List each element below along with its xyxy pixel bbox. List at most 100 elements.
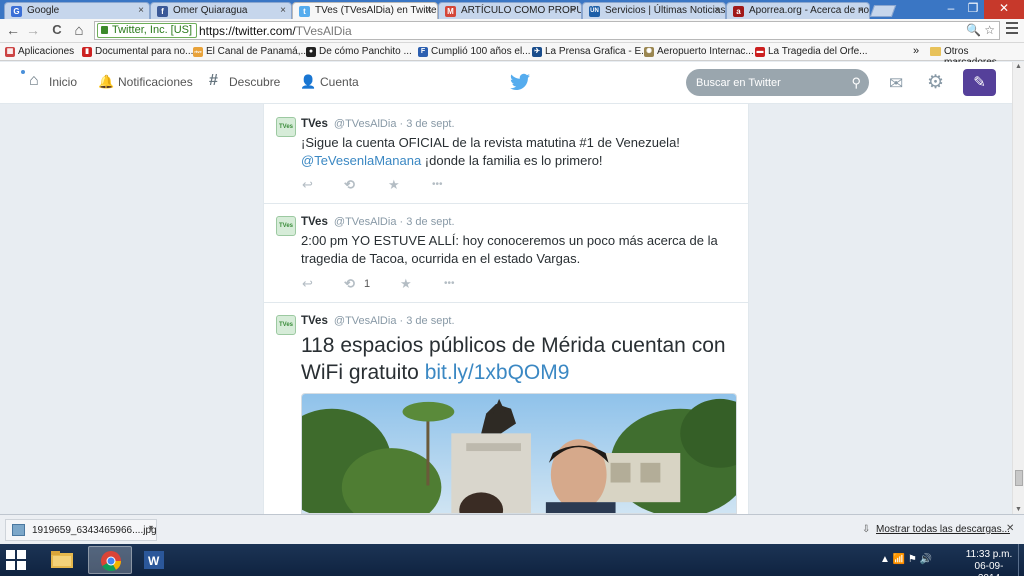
tweet-handle[interactable]: @TVesAlDia: [334, 315, 397, 327]
bookmark-item[interactable]: rtve El Canal de Panamá,...: [193, 46, 309, 57]
tab-ultimas-noticias[interactable]: ÚN Servicios | Últimas Noticias ×: [582, 2, 726, 19]
bookmark-item[interactable]: ▮ Documental para no...: [82, 46, 193, 57]
user-icon: 👤: [300, 74, 317, 89]
tweet-date[interactable]: · 3 de sept.: [400, 216, 455, 228]
bookmark-item[interactable]: ✈ La Prensa Grafica - E...: [532, 46, 650, 57]
download-item[interactable]: 1919659_6343465966....jpg ▾: [5, 519, 157, 541]
nav-discover[interactable]: # Descubre: [209, 72, 280, 89]
more-options-icon[interactable]: •••: [432, 179, 443, 190]
back-button[interactable]: ←: [4, 22, 22, 38]
url-text[interactable]: https://twitter.com/TVesAlDia: [199, 24, 352, 38]
reply-icon[interactable]: ↩: [302, 177, 313, 193]
bookmark-item[interactable]: F Cumplió 100 años el...: [418, 46, 531, 57]
windows-taskbar: W ▲ 📶 ⚑ 🔊 11:33 p.m. 06-09-2014: [0, 544, 1024, 576]
tweet-header: TVes @TVesAlDia · 3 de sept.: [301, 118, 455, 130]
start-button[interactable]: [6, 550, 26, 570]
image-file-icon: [12, 524, 25, 536]
close-icon[interactable]: ×: [858, 5, 864, 16]
bookmark-label: Aeropuerto Internac...: [657, 46, 754, 57]
scroll-up-arrow-icon[interactable]: ▲: [1015, 63, 1022, 70]
bookmark-item[interactable]: ● De cómo Panchito ...: [306, 46, 412, 57]
nav-home[interactable]: ⌂ Inicio: [29, 72, 78, 89]
tweet[interactable]: TVes TVes @TVesAlDia · 3 de sept. ¡Sigue…: [264, 104, 748, 204]
tab-facebook[interactable]: f Omer Quiaragua ×: [150, 2, 292, 19]
taskbar-word[interactable]: W: [134, 546, 174, 574]
bookmark-favicon-icon: F: [418, 47, 428, 57]
bookmark-item[interactable]: ▦ Aplicaciones: [5, 46, 74, 57]
bookmark-favicon-icon: ✈: [532, 47, 542, 57]
twitter-bird-icon[interactable]: [510, 73, 530, 91]
favorite-icon[interactable]: ★: [400, 276, 412, 292]
avatar[interactable]: TVes: [276, 216, 296, 236]
tweet[interactable]: TVes TVes @TVesAlDia · 3 de sept. 2:00 p…: [264, 204, 748, 303]
nav-account[interactable]: 👤 Cuenta: [300, 74, 359, 89]
forward-button[interactable]: →: [24, 22, 42, 38]
nav-notifications[interactable]: 🔔 Notificaciones: [98, 74, 193, 89]
close-icon[interactable]: ×: [714, 5, 720, 16]
reply-icon[interactable]: ↩: [302, 276, 313, 292]
taskbar-file-explorer[interactable]: [42, 546, 82, 574]
scrollbar-thumb[interactable]: [1015, 470, 1023, 486]
more-options-icon[interactable]: •••: [444, 278, 455, 289]
close-icon[interactable]: ×: [426, 5, 432, 16]
bookmark-item[interactable]: ▬ La Tragedia del Orfe...: [755, 46, 868, 57]
security-indicator[interactable]: Twitter, Inc. [US]: [97, 23, 198, 38]
mail-icon[interactable]: ✉: [889, 74, 903, 94]
tweet-mention-link[interactable]: @TeVesenlaManana: [301, 153, 421, 168]
tweet-link[interactable]: bit.ly/1xbQOM9: [425, 361, 570, 384]
bell-icon: 🔔: [98, 74, 115, 89]
tab-google[interactable]: G Google ×: [4, 2, 150, 19]
clock-date: 06-09-2014: [974, 561, 1004, 576]
tweet-author-name[interactable]: TVes: [301, 315, 328, 327]
browser-tab-strip: G Google × f Omer Quiaragua × t TVes (TV…: [0, 0, 1024, 19]
tab-gmail[interactable]: M ARTÍCULO COMO PROPUESTA ×: [438, 2, 582, 19]
dropdown-arrow-icon[interactable]: ▾: [149, 523, 153, 532]
tweet-handle[interactable]: @TVesAlDia: [334, 118, 397, 130]
tab-twitter[interactable]: t TVes (TVesAlDia) en Twitter ×: [292, 2, 438, 19]
more-bookmarks-button[interactable]: »: [913, 45, 919, 57]
favorite-icon[interactable]: ★: [388, 177, 400, 193]
tweet-date[interactable]: · 3 de sept.: [400, 118, 455, 130]
tweet-handle[interactable]: @TVesAlDia: [334, 216, 397, 228]
bookmark-star-icon[interactable]: 🔍 ☆: [966, 23, 995, 37]
show-all-label: Mostrar todas las descargas...: [876, 524, 1010, 535]
close-icon[interactable]: ×: [280, 5, 286, 16]
compose-tweet-button[interactable]: ✎: [963, 69, 996, 96]
new-tab-button[interactable]: [869, 5, 897, 17]
taskbar-clock[interactable]: 11:33 p.m. 06-09-2014: [964, 549, 1014, 576]
close-window-button[interactable]: ✕: [984, 0, 1024, 19]
tab-title: Omer Quiaragua: [173, 5, 248, 16]
close-icon[interactable]: ×: [138, 5, 144, 16]
page-scrollbar[interactable]: ▲ ▼: [1012, 62, 1024, 514]
bookmark-label: Documental para no...: [95, 46, 194, 57]
gear-icon[interactable]: ⚙: [927, 71, 944, 94]
avatar[interactable]: TVes: [276, 117, 296, 137]
nav-label: Inicio: [49, 75, 78, 89]
taskbar-chrome[interactable]: [88, 546, 132, 574]
bookmark-item[interactable]: ✺ Aeropuerto Internac...: [644, 46, 754, 57]
bookmark-favicon-icon: ✺: [644, 47, 654, 57]
show-desktop-button[interactable]: [1018, 544, 1024, 576]
search-input[interactable]: Buscar en Twitter ⚲: [686, 69, 869, 96]
tab-aporrea[interactable]: a Aporrea.org - Acerca de nosotros ×: [726, 2, 870, 19]
tweet-author-name[interactable]: TVes: [301, 118, 328, 130]
search-icon[interactable]: ⚲: [851, 75, 861, 91]
reload-button[interactable]: C: [48, 22, 66, 37]
tweet-author-name[interactable]: TVes: [301, 216, 328, 228]
tweet-date[interactable]: · 3 de sept.: [400, 315, 455, 327]
avatar[interactable]: TVes: [276, 315, 296, 335]
system-tray-icons[interactable]: ▲ 📶 ⚑ 🔊: [880, 554, 932, 565]
minimize-button[interactable]: –: [940, 0, 962, 19]
retweet-icon[interactable]: ⟲: [344, 177, 355, 193]
maximize-button[interactable]: ❐: [962, 0, 984, 19]
scroll-down-arrow-icon[interactable]: ▼: [1015, 506, 1022, 513]
retweet-icon[interactable]: ⟲: [344, 276, 355, 292]
address-bar[interactable]: Twitter, Inc. [US] https://twitter.com/T…: [94, 21, 1000, 40]
tweet-photo[interactable]: [301, 393, 737, 514]
show-all-downloads-link[interactable]: ⇩ Mostrar todas las descargas...: [862, 524, 1010, 535]
home-button[interactable]: ⌂: [70, 22, 88, 39]
close-downloads-button[interactable]: ✕: [1006, 523, 1014, 534]
menu-icon[interactable]: [1006, 22, 1018, 37]
close-icon[interactable]: ×: [570, 5, 576, 16]
tab-title: Aporrea.org - Acerca de nosotros: [749, 5, 870, 16]
